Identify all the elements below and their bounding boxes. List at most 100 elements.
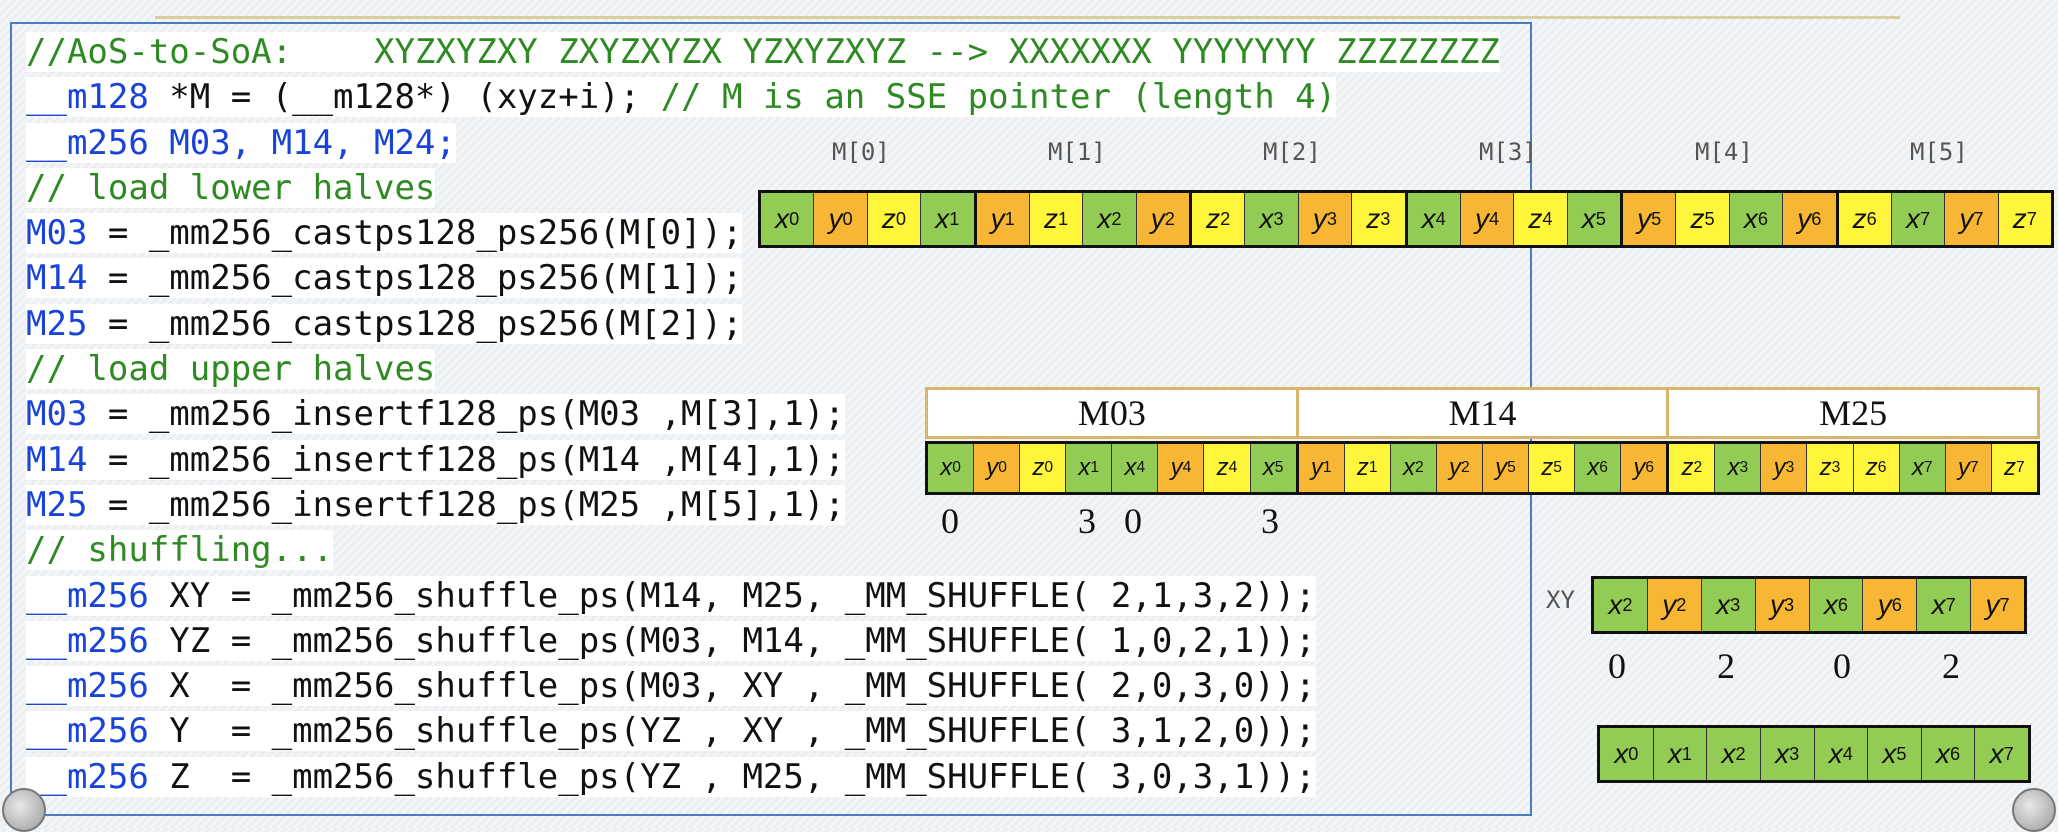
code-token: __m256 [26, 620, 149, 661]
element-cell: z2 [1669, 444, 1716, 492]
code-token: = _mm256_castps128_ps256(M[2]); [87, 303, 743, 344]
code-line: __m128 *M = (__m128*) (xyz+i); // M is a… [26, 75, 1500, 120]
m-index-label: M[2] [1263, 138, 1321, 166]
element-cell: x0 [1600, 728, 1654, 780]
element-cell: x4 [1407, 193, 1461, 245]
element-cell: z7 [1991, 444, 2037, 492]
element-cell: y5 [1623, 193, 1677, 245]
element-cell: z5 [1529, 444, 1576, 492]
element-cell: y6 [1621, 444, 1670, 492]
element-cell: y3 [1755, 579, 1810, 631]
m-index-label: M[5] [1910, 138, 1968, 166]
code-token: = _mm256_insertf128_ps(M03 ,M[3],1); [87, 394, 845, 435]
element-cell: x4 [1112, 444, 1159, 492]
element-cell: x2 [1594, 579, 1648, 631]
element-cell: y3 [1761, 444, 1808, 492]
element-cell: z4 [1204, 444, 1251, 492]
element-cell: x7 [1917, 579, 1972, 631]
element-cell: x1 [921, 193, 977, 245]
code-token: = _mm256_castps128_ps256(M[0]); [87, 213, 743, 254]
element-cell: y2 [1136, 193, 1192, 245]
shuffle-index: 0 [941, 501, 959, 541]
element-cell: y1 [1298, 444, 1345, 492]
code-token: __m128 [26, 77, 149, 118]
element-cell: x3 [1715, 444, 1762, 492]
element-cell: x2 [1390, 444, 1437, 492]
code-line: //AoS-to-SoA: XYZXYZXY ZXYZXYZX YZXYZXYZ… [26, 30, 1500, 75]
aos-memory-row: x0y0z0x1y1z1x2y2z2x3y3z3x4y4z4x5y5z5x6y6… [758, 190, 2054, 248]
element-cell: x3 [1245, 193, 1299, 245]
element-cell: y7 [1945, 444, 1992, 492]
shuffle-index: 3 [1261, 501, 1279, 541]
element-cell: z3 [1807, 444, 1854, 492]
shuffle-index: 2 [1717, 646, 1735, 686]
register-header: M25 [1819, 393, 1888, 433]
x-result-row: x0x1x2x3x4x5x6x7 [1597, 725, 2031, 783]
code-token: __m256 [26, 756, 149, 797]
element-cell: x6 [1575, 444, 1622, 492]
element-cell: x1 [1653, 728, 1708, 780]
m-index-label: M[3] [1479, 138, 1537, 166]
element-cell: x2 [1707, 728, 1761, 780]
element-cell: x5 [1250, 444, 1299, 492]
code-token: Y = _mm256_shuffle_ps(YZ , XY , _MM_SHUF… [148, 711, 1316, 752]
element-cell: z1 [1344, 444, 1391, 492]
element-cell: y2 [1436, 444, 1483, 492]
code-token: *M = (__m128*) (xyz+i); [148, 77, 661, 118]
element-cell: z5 [1676, 193, 1730, 245]
element-cell: y7 [1971, 579, 2024, 631]
element-cell: z6 [1838, 193, 1892, 245]
code-token: = _mm256_castps128_ps256(M[1]); [87, 258, 743, 299]
code-line: M25 = _mm256_castps128_ps256(M[2]); [26, 302, 1500, 347]
element-cell: x5 [1567, 193, 1623, 245]
element-cell: y3 [1298, 193, 1353, 245]
code-token: M14 [26, 439, 88, 480]
code-token: M14 [26, 258, 88, 299]
element-cell: x7 [1891, 193, 1946, 245]
register-header: M14 [1299, 390, 1670, 436]
code-token: __m256 [26, 575, 149, 616]
element-cell: x1 [1066, 444, 1113, 492]
code-token: // load upper halves [26, 349, 436, 390]
code-line: M14 = _mm256_castps128_ps256(M[1]); [26, 256, 1500, 301]
element-cell: z0 [867, 193, 922, 245]
register-contents-row: x0y0z0x1x4y4z4x5y1z1x2y2y5z5x6y6z2x3y3z3… [925, 441, 2040, 495]
element-cell: y0 [974, 444, 1021, 492]
element-cell: y0 [814, 193, 868, 245]
element-cell: x6 [1729, 193, 1784, 245]
shuffle-index: 0 [1833, 646, 1851, 686]
element-cell: x0 [928, 444, 975, 492]
element-cell: x6 [1809, 579, 1864, 631]
code-line: __m256 X = _mm256_shuffle_ps(M03, XY , _… [26, 664, 1500, 709]
code-line: // load upper halves [26, 347, 1500, 392]
code-line: __m256 Z = _mm256_shuffle_ps(YZ , M25, _… [26, 755, 1500, 800]
element-cell: z2 [1192, 193, 1246, 245]
code-token: // M is an SSE pointer (length 4) [660, 77, 1337, 118]
m-index-label: M[1] [1048, 138, 1106, 166]
register-header: M03 [928, 390, 1299, 436]
code-line: __m256 Y = _mm256_shuffle_ps(YZ , XY , _… [26, 709, 1500, 754]
element-cell: z3 [1352, 193, 1408, 245]
element-cell: x5 [1868, 728, 1922, 780]
code-token: //AoS-to-SoA: XYZXYZXY ZXYZXYZX YZXYZXYZ… [26, 32, 1500, 72]
element-cell: y4 [1158, 444, 1205, 492]
element-cell: z7 [1998, 193, 2051, 245]
element-cell: y1 [976, 193, 1030, 245]
shuffle-index: 2 [1942, 646, 1960, 686]
code-token: = _mm256_insertf128_ps(M25 ,M[5],1); [87, 484, 845, 525]
corner-badge-left-icon [2, 788, 46, 832]
m-index-label: M[0] [832, 138, 890, 166]
xy-register-row: x2y2x3y3x6y6x7y7 [1591, 576, 2027, 634]
code-token: M03 [26, 213, 88, 254]
code-line: __m256 YZ = _mm256_shuffle_ps(M03, M14, … [26, 619, 1500, 664]
element-cell: z0 [1020, 444, 1067, 492]
element-cell: z6 [1853, 444, 1900, 492]
element-cell: y6 [1783, 193, 1839, 245]
element-cell: x7 [1975, 728, 2028, 780]
element-cell: y4 [1460, 193, 1515, 245]
code-token: // load lower halves [26, 167, 436, 208]
element-cell: y5 [1482, 444, 1530, 492]
register-headers: M03 M14 M25 [925, 387, 2040, 439]
element-cell: x0 [761, 193, 815, 245]
element-cell: x2 [1083, 193, 1137, 245]
